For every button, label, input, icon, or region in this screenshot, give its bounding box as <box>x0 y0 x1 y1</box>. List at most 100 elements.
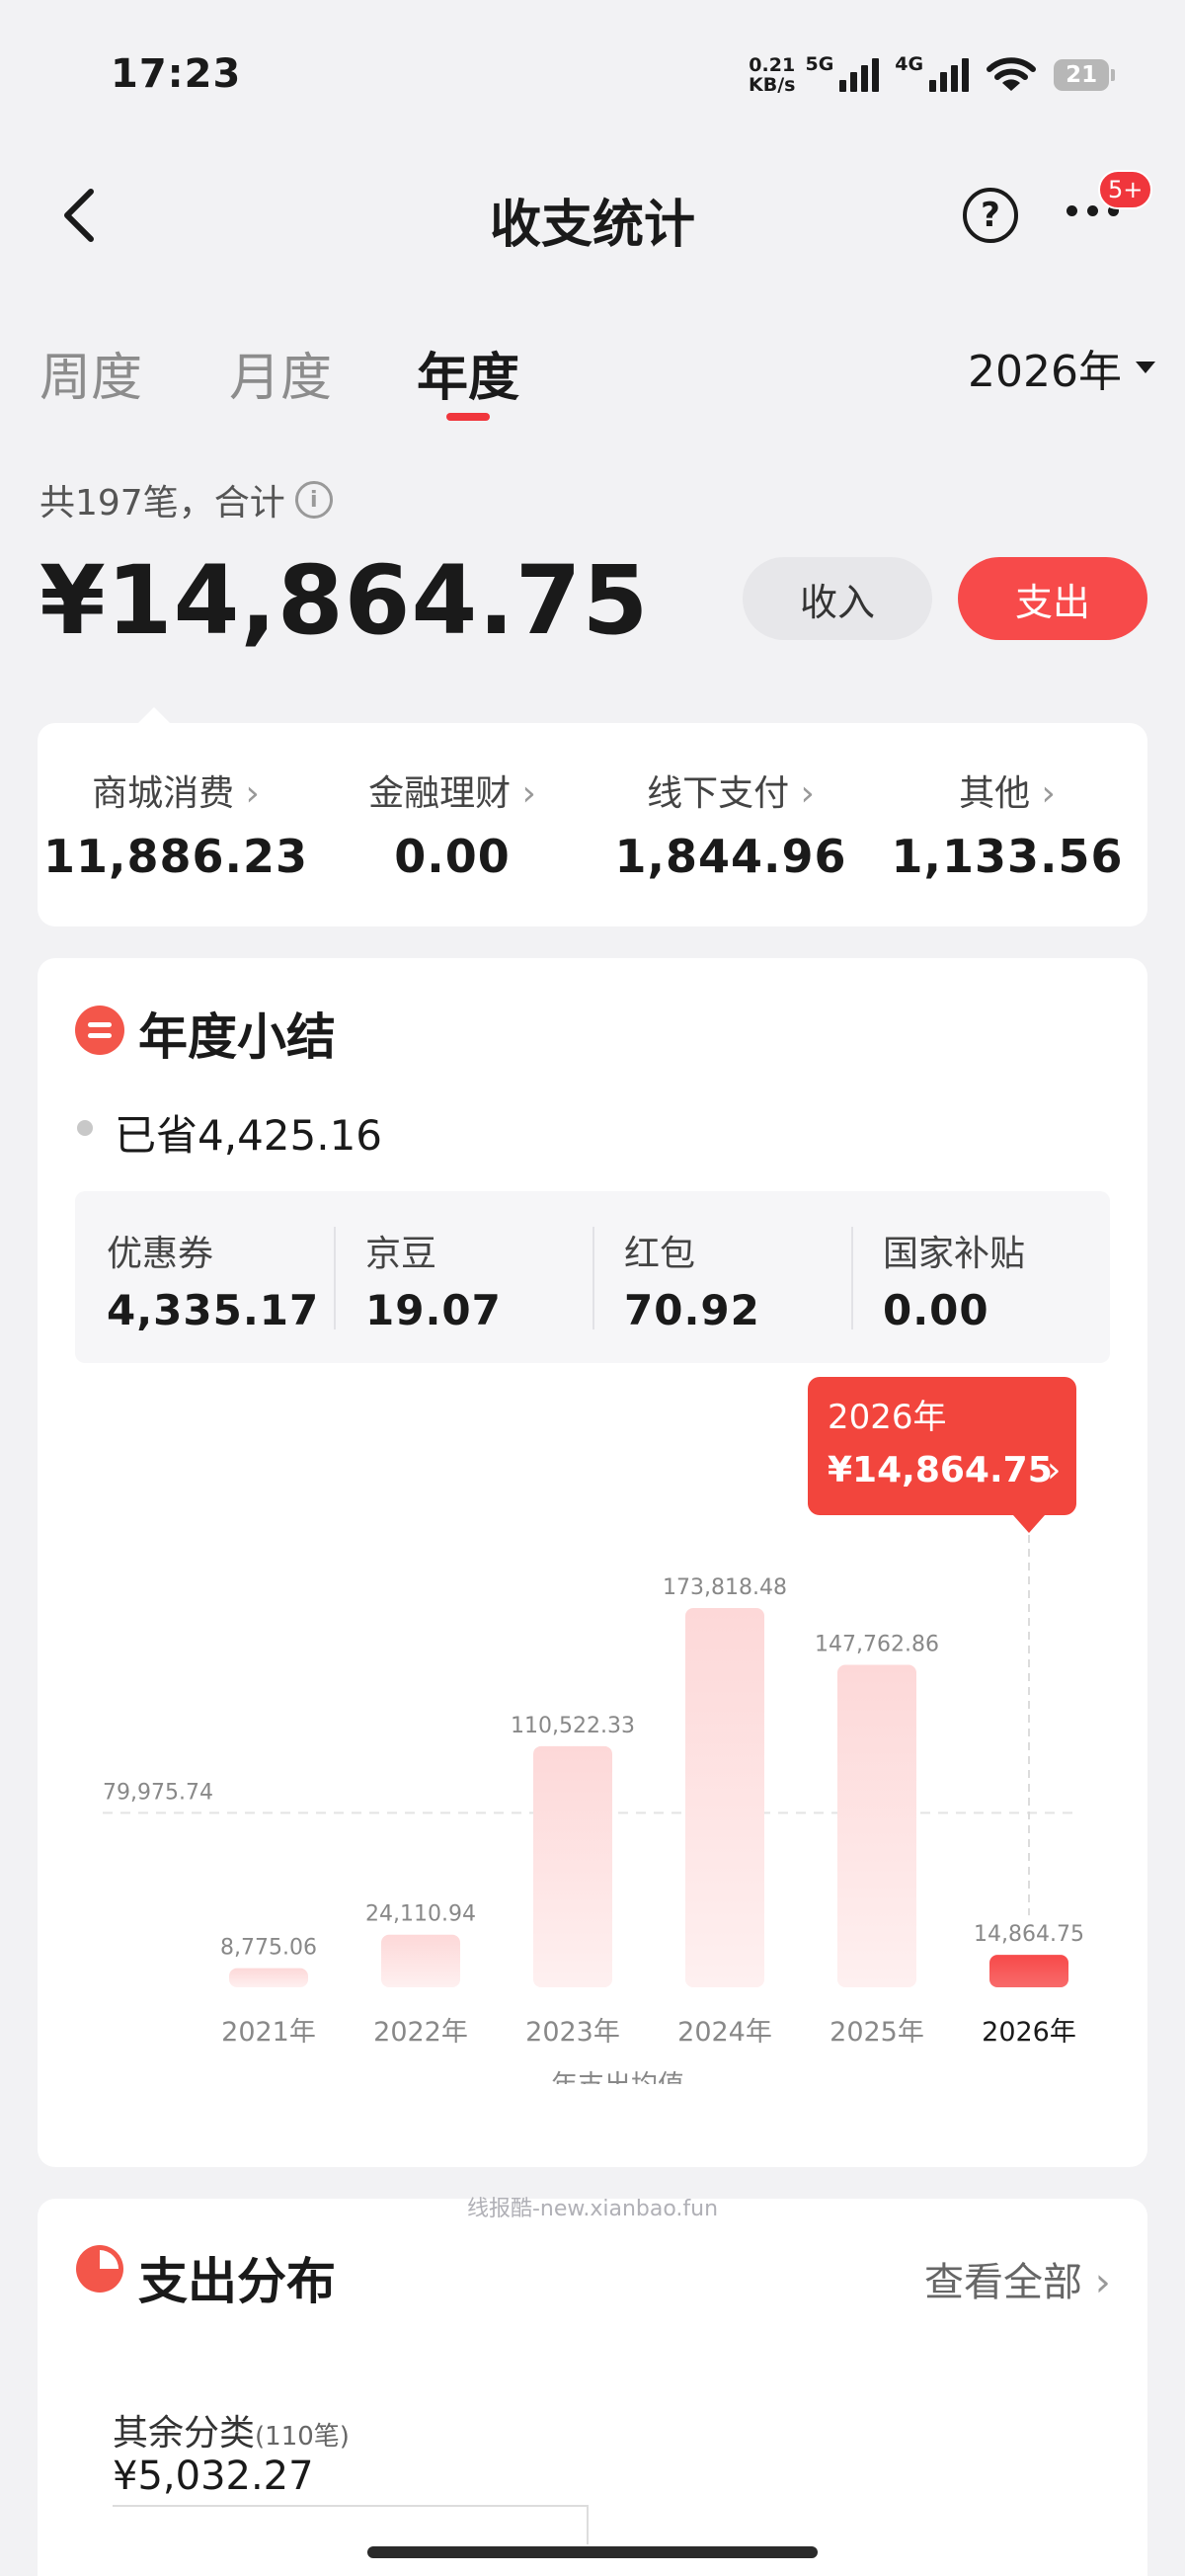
chevron-right-icon: › <box>800 773 815 814</box>
x-tick-label: 2026年 <box>982 2017 1076 2048</box>
year-selector[interactable]: 2026年 <box>968 336 1155 399</box>
network-5g-label: 5G <box>805 53 834 75</box>
bar-2026年 <box>989 1955 1068 1987</box>
category-value: 1,133.56 <box>891 830 1124 883</box>
tab-weekly[interactable]: 周度 <box>40 336 142 410</box>
saving-redpacket: 红包 70.92 <box>624 1225 760 1334</box>
category-label: 商城消费 <box>92 773 235 814</box>
network-4g-label: 4G <box>895 53 924 75</box>
annual-summary-card: 年度小结 已省4,425.16 优惠券 4,335.17 京豆 19.07 红包… <box>38 958 1147 2167</box>
income-button[interactable]: 收入 <box>743 557 932 640</box>
bar-value-label: 110,522.33 <box>511 1714 635 1738</box>
bar-value-label: 8,775.06 <box>220 1936 317 1961</box>
net-speed-value: 0.21 <box>749 54 796 76</box>
view-all-link[interactable]: 查看全部 › <box>924 2250 1111 2307</box>
year-selector-value: 2026年 <box>968 347 1122 397</box>
caret-down-icon <box>1135 362 1155 373</box>
signal-4g-icon <box>929 58 970 92</box>
bar-2022年 <box>381 1934 460 1987</box>
category-card: 商城消费 › 11,886.23 金融理财 › 0.00 线下支付 › 1,84… <box>38 707 1147 926</box>
category-value: 0.00 <box>394 830 511 883</box>
distribution-bar <box>113 2505 589 2544</box>
chevron-right-icon: › <box>1094 2260 1111 2305</box>
other-category-count: (110笔) <box>255 2422 350 2452</box>
saving-coupon: 优惠券 4,335.17 <box>107 1225 319 1334</box>
wifi-icon <box>987 57 1037 91</box>
category-finance[interactable]: 金融理财 › 0.00 <box>314 765 591 883</box>
category-label: 金融理财 <box>368 773 512 814</box>
net-speed-unit: KB/s <box>749 74 796 96</box>
category-label: 其他 <box>959 773 1031 814</box>
saved-amount: 已省4,425.16 <box>115 1111 383 1160</box>
bar-value-label: 14,864.75 <box>974 1922 1084 1947</box>
pie-chart-icon <box>76 2245 123 2293</box>
x-tick-label: 2021年 <box>221 2017 316 2048</box>
x-tick-label: 2024年 <box>677 2017 772 2048</box>
home-indicator[interactable] <box>367 2546 818 2558</box>
bar-2023年 <box>533 1745 612 1987</box>
annual-summary-title: 年度小结 <box>138 1008 336 1066</box>
tooltip-pointer <box>1013 1515 1045 1533</box>
info-icon[interactable]: i <box>294 481 333 519</box>
chevron-right-icon: › <box>1047 1450 1061 1490</box>
saving-value: 70.92 <box>624 1286 760 1334</box>
total-amount: ¥14,864.75 <box>40 545 650 656</box>
battery-icon: 21 <box>1054 59 1116 91</box>
distribution-card: 支出分布 查看全部 › 其余分类(110笔) ¥5,032.27 <box>38 2199 1147 2576</box>
other-category: 其余分类(110笔) <box>113 2404 350 2455</box>
tooltip-year: 2026年 <box>828 1398 947 1437</box>
x-tick-label: 2025年 <box>830 2017 924 2048</box>
divider <box>334 1227 336 1329</box>
x-tick-label: 2023年 <box>525 2017 620 2048</box>
category-value: 11,886.23 <box>43 830 308 883</box>
tab-active-indicator <box>446 413 490 421</box>
chevron-right-icon: › <box>1041 773 1056 814</box>
view-all-label: 查看全部 <box>924 2260 1082 2305</box>
saving-label: 国家补贴 <box>883 1234 1026 1274</box>
saving-jingdou: 京豆 19.07 <box>365 1225 502 1334</box>
saving-label: 红包 <box>624 1234 696 1274</box>
x-tick-label: 2022年 <box>373 2017 468 2048</box>
saving-subsidy: 国家补贴 0.00 <box>883 1225 1025 1334</box>
chevron-right-icon: › <box>245 773 260 814</box>
yearly-expense-chart: 79,975.74 8,775.06 2021年 24,110.94 2022年 110,… <box>103 1377 1084 2084</box>
bar-2025年 <box>837 1664 916 1987</box>
saving-value: 0.00 <box>883 1286 989 1334</box>
legend-label: 年支出均值 <box>551 2070 684 2084</box>
summary-count-text: 共197笔，合计 <box>40 483 285 523</box>
divider <box>851 1227 853 1329</box>
tab-monthly[interactable]: 月度 <box>229 336 332 410</box>
bar-value-label: 173,818.48 <box>663 1575 787 1600</box>
savings-breakdown: 优惠券 4,335.17 京豆 19.07 红包 70.92 国家补贴 0.00 <box>75 1191 1110 1363</box>
saving-value: 19.07 <box>365 1286 502 1334</box>
message-badge: 5+ <box>1098 170 1153 209</box>
category-offline[interactable]: 线下支付 › 1,844.96 <box>592 765 869 883</box>
signal-5g-icon <box>839 58 880 92</box>
average-value-label: 79,975.74 <box>103 1780 213 1805</box>
saving-label: 优惠券 <box>107 1234 214 1274</box>
divider <box>592 1227 594 1329</box>
help-icon[interactable]: ? <box>963 188 1018 243</box>
status-time: 17:23 <box>111 51 242 97</box>
bar-2021年 <box>229 1968 308 1987</box>
bar-value-label: 147,762.86 <box>815 1633 939 1657</box>
category-mall[interactable]: 商城消费 › 11,886.23 <box>38 765 314 883</box>
chevron-right-icon: › <box>521 773 536 814</box>
saving-label: 京豆 <box>365 1234 437 1274</box>
distribution-title: 支出分布 <box>138 2253 336 2310</box>
net-speed: 0.21 KB/s <box>749 55 795 95</box>
bar-2024年 <box>685 1608 764 1987</box>
watermark: 线报酷-new.xianbao.fun <box>466 2197 719 2221</box>
summary-icon <box>75 1006 124 1055</box>
tab-yearly[interactable]: 年度 <box>417 336 519 410</box>
saving-value: 4,335.17 <box>107 1286 320 1334</box>
expense-button[interactable]: 支出 <box>958 557 1147 640</box>
status-icons: 0.21 KB/s 5G 4G 21 <box>749 51 1116 99</box>
bullet-dot <box>77 1120 93 1136</box>
summary-count: 共197笔，合计 i <box>40 474 333 525</box>
bar-value-label: 24,110.94 <box>365 1902 476 1927</box>
category-value: 1,844.96 <box>614 830 847 883</box>
category-other[interactable]: 其他 › 1,133.56 <box>869 765 1146 883</box>
other-category-amount: ¥5,032.27 <box>113 2454 314 2499</box>
category-label: 线下支付 <box>647 773 790 814</box>
